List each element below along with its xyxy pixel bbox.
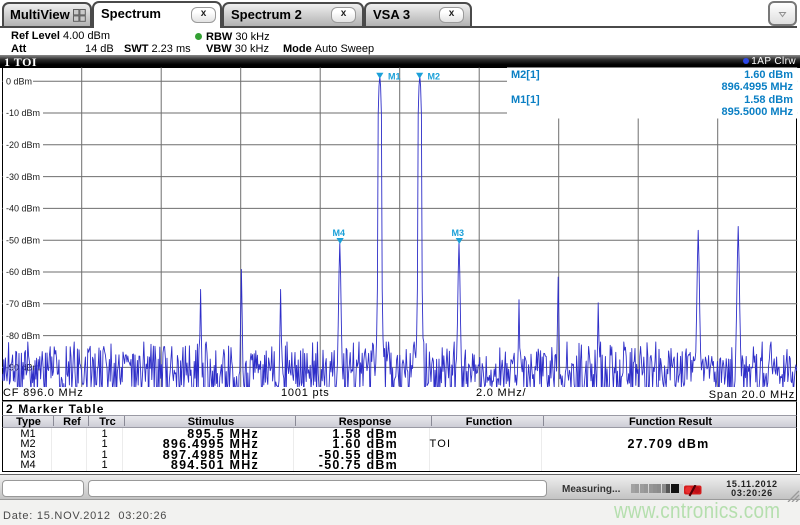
svg-text:-40 dBm: -40 dBm [6,204,40,214]
svg-text:-80 dBm: -80 dBm [6,331,40,341]
svg-text:-30 dBm: -30 dBm [6,172,40,182]
svg-text:-70 dBm: -70 dBm [6,299,40,309]
svg-text:M4: M4 [333,228,346,238]
svg-text:-20 dBm: -20 dBm [6,140,40,150]
svg-text:M1: M1 [388,72,401,82]
svg-text:-10 dBm: -10 dBm [6,108,40,118]
svg-text:M2: M2 [428,72,441,82]
svg-text:-60 dBm: -60 dBm [6,267,40,277]
svg-text:0 dBm: 0 dBm [6,76,32,86]
svg-text:-50 dBm: -50 dBm [6,235,40,245]
svg-text:M3: M3 [452,228,465,238]
